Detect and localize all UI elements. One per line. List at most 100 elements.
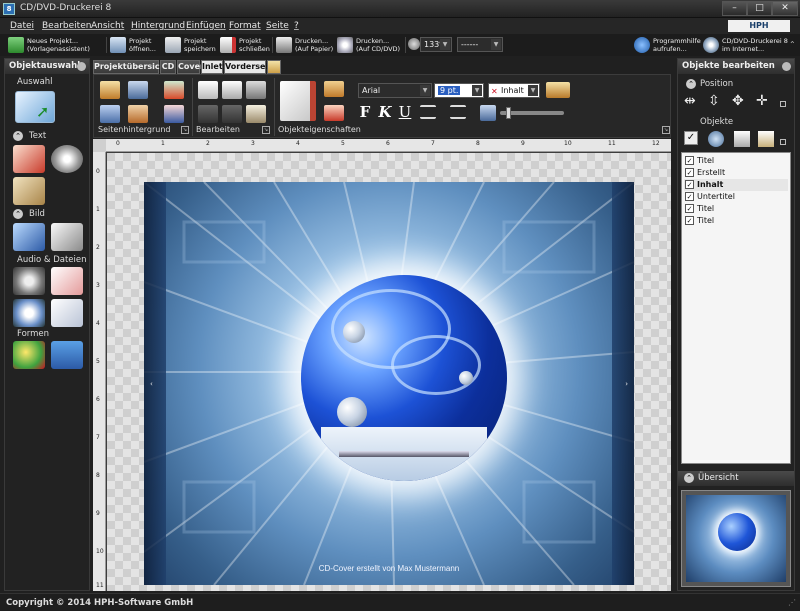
- curved-text-tool-icon[interactable]: [51, 145, 83, 173]
- collapse-text-icon[interactable]: ⌃: [13, 131, 23, 141]
- zoom-select[interactable]: 133% ▼: [420, 37, 452, 52]
- checkbox[interactable]: ✓: [685, 216, 694, 225]
- layer-order-icon[interactable]: [708, 131, 724, 147]
- open-project-button[interactable]: Projekt öffnen...: [110, 35, 162, 55]
- save-project-button[interactable]: Projekt speichern: [165, 35, 217, 55]
- menu-seite[interactable]: Seite: [266, 21, 289, 31]
- chevron-down-icon[interactable]: ▼: [528, 85, 538, 96]
- stamp-tool-icon[interactable]: [13, 177, 45, 205]
- menu-hintergrund[interactable]: Hintergrund: [131, 21, 185, 31]
- cd-disc-image[interactable]: [301, 275, 507, 481]
- menu-help[interactable]: ?: [294, 21, 299, 31]
- align-objects-icon[interactable]: [546, 82, 570, 98]
- chevron-down-icon[interactable]: ▼: [420, 85, 430, 96]
- pin-icon[interactable]: [782, 62, 791, 71]
- copy-icon[interactable]: [222, 81, 242, 99]
- font-family-select[interactable]: Arial ▼: [358, 83, 432, 98]
- list-item[interactable]: ✓ Titel: [684, 203, 788, 215]
- background-color-icon[interactable]: [100, 81, 120, 99]
- underline-button[interactable]: U: [396, 103, 414, 121]
- check-all-icon[interactable]: ✓: [684, 131, 698, 145]
- minimize-button[interactable]: –: [722, 1, 747, 16]
- menu-format[interactable]: Format: [229, 21, 261, 31]
- image-effect-icon[interactable]: [480, 105, 496, 121]
- undo-icon[interactable]: [198, 105, 218, 123]
- cut-icon[interactable]: [198, 81, 218, 99]
- distribute-horizontal-icon[interactable]: ⇹: [684, 93, 696, 109]
- collapse-position-icon[interactable]: ⌃: [686, 79, 696, 89]
- dialog-launcher-icon[interactable]: [780, 139, 786, 145]
- close-button[interactable]: ✕: [772, 1, 798, 16]
- object-list[interactable]: ✓ Titel ✓ Erstellt ✓ Inhalt ✓ Untertitel…: [681, 152, 791, 464]
- list-item[interactable]: ✓ Titel: [684, 215, 788, 227]
- line-spacing-icon[interactable]: [450, 105, 466, 119]
- audio-tool-icon[interactable]: [13, 267, 45, 295]
- clipboard-icon[interactable]: [246, 105, 266, 123]
- print-cd-button[interactable]: Drucken... (Auf CD/DVD): [337, 35, 405, 55]
- menu-ansicht[interactable]: Ansicht: [91, 21, 124, 31]
- dialog-launcher-icon[interactable]: ↘: [262, 126, 270, 134]
- object-selector[interactable]: ✕ Inhalt ▼: [488, 83, 540, 98]
- slider-handle[interactable]: [506, 107, 511, 119]
- collapse-overview-icon[interactable]: ⌃: [684, 473, 694, 483]
- maximize-button[interactable]: □: [747, 1, 772, 16]
- background-fill-icon[interactable]: [128, 105, 148, 123]
- close-project-button[interactable]: Projekt schließen: [220, 35, 272, 55]
- transparency-slider[interactable]: [500, 107, 564, 119]
- add-page-icon[interactable]: [267, 60, 281, 74]
- files-tool-icon[interactable]: [51, 267, 83, 295]
- background-clear-icon[interactable]: [164, 105, 184, 123]
- canvas-background[interactable]: CD-Cover erstellt von Max Mustermann ‹ ›: [107, 153, 671, 591]
- list-item[interactable]: ✓ Inhalt: [684, 179, 788, 191]
- collapse-bild-icon[interactable]: ⌃: [13, 209, 23, 219]
- background-effect-icon[interactable]: [164, 81, 184, 99]
- background-edit-icon[interactable]: [100, 105, 120, 123]
- checkbox[interactable]: ✓: [685, 192, 694, 201]
- shapes-tool-icon[interactable]: [13, 341, 45, 369]
- select-tool-icon[interactable]: ➚: [15, 91, 55, 123]
- cover-caption-text[interactable]: CD-Cover erstellt von Max Mustermann: [144, 564, 634, 573]
- italic-button[interactable]: K: [376, 103, 394, 121]
- menu-datei[interactable]: Datei: [10, 21, 34, 31]
- menu-einfuegen[interactable]: Einfügen: [186, 21, 226, 31]
- chevron-down-icon[interactable]: ▼: [491, 39, 501, 50]
- list-item[interactable]: ✓ Erstellt: [684, 167, 788, 179]
- help-button[interactable]: Programmhilfe aufrufen...: [634, 35, 701, 55]
- text-align-icon[interactable]: [420, 105, 436, 119]
- object-properties-icon[interactable]: [758, 131, 774, 147]
- font-color-icon[interactable]: [324, 81, 344, 97]
- list-item[interactable]: ✓ Titel: [684, 155, 788, 167]
- text-effect-icon[interactable]: [324, 105, 344, 121]
- arrows-tool-icon[interactable]: [51, 341, 83, 369]
- document-list-tool-icon[interactable]: [51, 299, 83, 327]
- dialog-launcher-icon[interactable]: [780, 101, 786, 107]
- tab-inlet[interactable]: Inlet: [201, 60, 223, 74]
- checkbox[interactable]: ✓: [685, 204, 694, 213]
- chevron-down-icon[interactable]: ▼: [472, 85, 482, 96]
- cd-track-tool-icon[interactable]: [13, 299, 45, 327]
- image-tool-icon[interactable]: [13, 223, 45, 251]
- paste-icon[interactable]: [246, 81, 266, 99]
- distribute-vertical-icon[interactable]: ⇳: [708, 93, 720, 109]
- chevron-up-icon[interactable]: ⌃: [789, 40, 796, 49]
- lock-object-icon[interactable]: [734, 131, 750, 147]
- object-properties-icon[interactable]: [280, 81, 316, 121]
- background-image-icon[interactable]: [128, 81, 148, 99]
- page-select[interactable]: ------ ▼: [457, 37, 503, 52]
- overview-thumbnail[interactable]: [681, 490, 791, 587]
- print-paper-button[interactable]: Drucken... (Auf Papier): [276, 35, 334, 55]
- online-button[interactable]: CD/DVD-Druckerei 8 im Internet...: [703, 35, 789, 55]
- scanner-tool-icon[interactable]: [51, 223, 83, 251]
- list-item[interactable]: ✓ Untertitel: [684, 191, 788, 203]
- resize-grip-icon[interactable]: ⋰: [788, 598, 798, 608]
- checkbox[interactable]: ✓: [685, 168, 694, 177]
- pin-icon[interactable]: [77, 62, 86, 71]
- bold-button[interactable]: F: [356, 103, 374, 121]
- dialog-launcher-icon[interactable]: ↘: [181, 126, 189, 134]
- center-icon[interactable]: ✥: [732, 93, 744, 109]
- font-size-select[interactable]: 9 pt. ▼: [434, 83, 484, 98]
- text-tool-icon[interactable]: [13, 145, 45, 173]
- dialog-launcher-icon[interactable]: ↘: [662, 126, 670, 134]
- tab-cover[interactable]: Cover: [177, 60, 204, 74]
- ruler-horizontal[interactable]: 0 1 2 3 4 5 6 7 8 9 10 11 12: [106, 139, 671, 152]
